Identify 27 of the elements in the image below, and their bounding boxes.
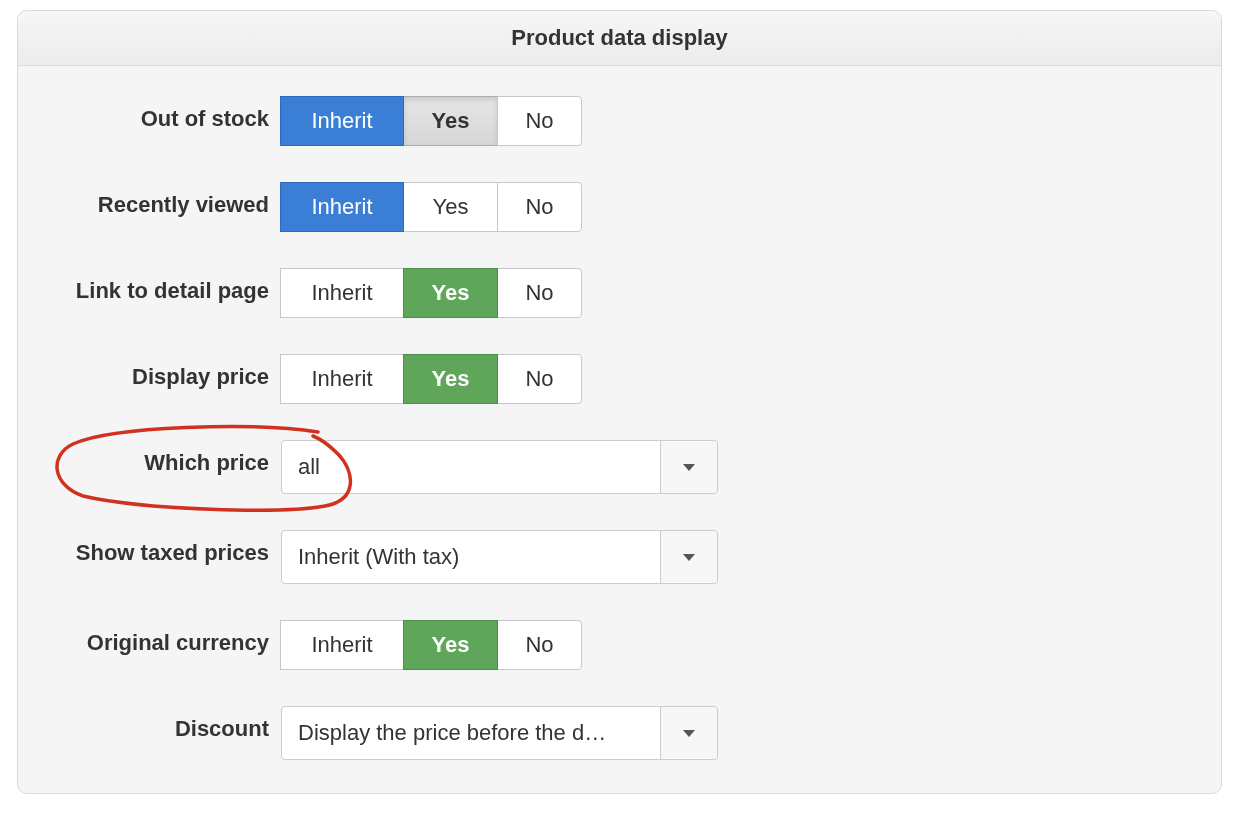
toggle-option[interactable]: Inherit [280, 268, 404, 318]
dropdown-select[interactable]: all [281, 440, 718, 494]
toggle-option[interactable]: No [497, 182, 582, 232]
toggle-option[interactable]: No [497, 620, 582, 670]
toggle-option[interactable]: No [497, 354, 582, 404]
field-label: Which price [143, 449, 269, 477]
caret-icon [683, 553, 695, 561]
panel-title: Product data display [511, 25, 728, 51]
toggle-option[interactable]: Yes [403, 96, 498, 146]
toggle-option[interactable]: Inherit [280, 182, 404, 232]
dropdown-select[interactable]: Inherit (With tax) [281, 530, 718, 584]
field-label: Original currency [85, 629, 269, 657]
field-label: Recently viewed [96, 191, 269, 219]
field-label: Discount [173, 715, 269, 743]
field-label: Show taxed prices [74, 539, 269, 567]
toggle-option[interactable]: Inherit [280, 354, 404, 404]
toggle-option[interactable]: No [497, 96, 582, 146]
toggle-option[interactable]: Yes [403, 182, 498, 232]
field-label: Display price [131, 363, 269, 391]
caret-icon [683, 729, 695, 737]
field-label: Out of stock [139, 105, 269, 133]
field-label: Link to detail page [74, 277, 269, 305]
toggle-option[interactable]: Inherit [280, 96, 404, 146]
dropdown-select[interactable]: Display the price before the d… [281, 706, 718, 760]
toggle-option[interactable]: No [497, 268, 582, 318]
toggle-option[interactable]: Inherit [280, 620, 404, 670]
caret-icon [683, 463, 695, 471]
